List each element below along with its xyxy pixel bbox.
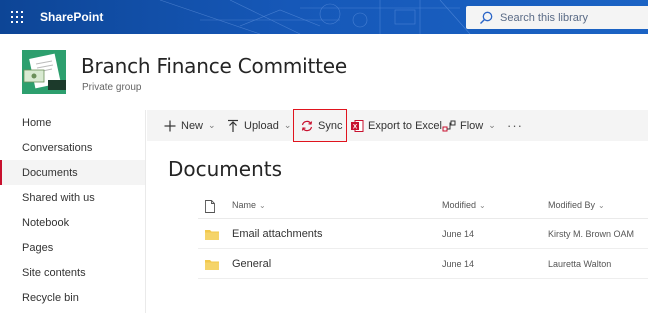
- plus-icon: [164, 120, 176, 131]
- nav-item-label: Shared with us: [22, 191, 95, 204]
- nav-item-label: Pages: [22, 241, 54, 254]
- row-name[interactable]: General: [232, 258, 271, 270]
- nav-item-documents[interactable]: Documents: [0, 160, 145, 185]
- app-launcher-button[interactable]: [0, 0, 34, 34]
- table-row[interactable]: Email attachments June 14 Kirsty M. Brow…: [198, 219, 648, 249]
- flow-button[interactable]: Flow ⌄: [442, 110, 496, 141]
- export-label: Export to Excel: [368, 119, 442, 132]
- row-modified-by: Lauretta Walton: [548, 259, 612, 269]
- nav-item-label: Site contents: [22, 266, 86, 279]
- row-modified-by: Kirsty M. Brown OAM: [548, 229, 635, 239]
- nav-item-label: Recycle bin: [22, 291, 79, 304]
- folder-icon: [205, 260, 219, 270]
- chevron-down-icon: ⌄: [479, 200, 486, 210]
- site-subtitle: Private group: [82, 82, 142, 93]
- column-header-modified-label: Modified: [442, 200, 477, 210]
- search-placeholder: Search this library: [500, 11, 589, 24]
- flow-icon: [442, 120, 456, 131]
- new-button[interactable]: New ⌄: [163, 110, 216, 141]
- site-logo[interactable]: [22, 50, 66, 94]
- chevron-down-icon: ⌄: [259, 200, 266, 210]
- nav-item-label: Documents: [22, 166, 78, 179]
- site-header: Branch Finance Committee Private group: [0, 34, 648, 109]
- sync-highlight-box: [293, 109, 347, 142]
- chevron-down-icon: ⌄: [208, 120, 216, 130]
- nav-item-label: Notebook: [22, 216, 70, 229]
- site-title[interactable]: Branch Finance Committee: [81, 54, 347, 78]
- nav-item-home[interactable]: Home: [0, 110, 145, 135]
- chevron-down-icon: ⌄: [598, 200, 605, 210]
- nav-item-pages[interactable]: Pages: [0, 235, 145, 260]
- nav-item-notebook[interactable]: Notebook: [0, 210, 145, 235]
- column-header-modified-by[interactable]: Modified By ⌄: [548, 200, 605, 210]
- more-icon: ···: [507, 118, 523, 133]
- column-header-modified-by-label: Modified By: [548, 200, 596, 210]
- upload-icon: [228, 119, 238, 132]
- excel-icon: X: [351, 119, 364, 132]
- waffle-icon: [11, 11, 23, 23]
- row-modified: June 14: [442, 259, 475, 269]
- column-header-modified[interactable]: Modified ⌄: [442, 200, 486, 210]
- nav-item-conversations[interactable]: Conversations: [0, 135, 145, 160]
- nav-item-label: Home: [22, 116, 52, 129]
- svg-text:X: X: [353, 123, 358, 130]
- row-modified: June 14: [442, 229, 475, 239]
- export-to-excel-button[interactable]: X Export to Excel: [350, 110, 442, 141]
- upload-button[interactable]: Upload ⌄: [226, 110, 291, 141]
- nav-item-site-contents[interactable]: Site contents: [0, 260, 145, 285]
- nav-item-recycle-bin[interactable]: Recycle bin: [0, 285, 145, 310]
- table-row[interactable]: General June 14 Lauretta Walton: [198, 249, 648, 279]
- app-name[interactable]: SharePoint: [40, 10, 103, 24]
- search-icon: [480, 11, 493, 24]
- chevron-down-icon: ⌄: [283, 120, 292, 130]
- chevron-down-icon: ⌄: [488, 120, 496, 130]
- flow-label: Flow: [460, 119, 484, 132]
- more-actions-button[interactable]: ···: [507, 110, 523, 141]
- upload-label: Upload: [244, 119, 279, 132]
- file-type-icon: [205, 200, 215, 213]
- nav-item-label: Conversations: [22, 141, 93, 154]
- nav-item-shared-with-us[interactable]: Shared with us: [0, 185, 145, 210]
- site-logo-image: [22, 50, 66, 94]
- folder-icon: [205, 230, 219, 240]
- left-navigation: Home Conversations Documents Shared with…: [0, 110, 146, 313]
- suite-bar: SharePoint Search this library: [0, 0, 648, 34]
- library-title: Documents: [168, 157, 283, 181]
- row-name[interactable]: Email attachments: [232, 228, 322, 240]
- column-header-name-label: Name: [232, 200, 257, 210]
- column-header-name[interactable]: Name ⌄: [232, 200, 266, 210]
- new-label: New: [181, 119, 204, 132]
- search-box[interactable]: Search this library: [466, 6, 648, 29]
- command-bar: New ⌄ Upload ⌄ Sync X Export to Excel Fl…: [147, 110, 648, 141]
